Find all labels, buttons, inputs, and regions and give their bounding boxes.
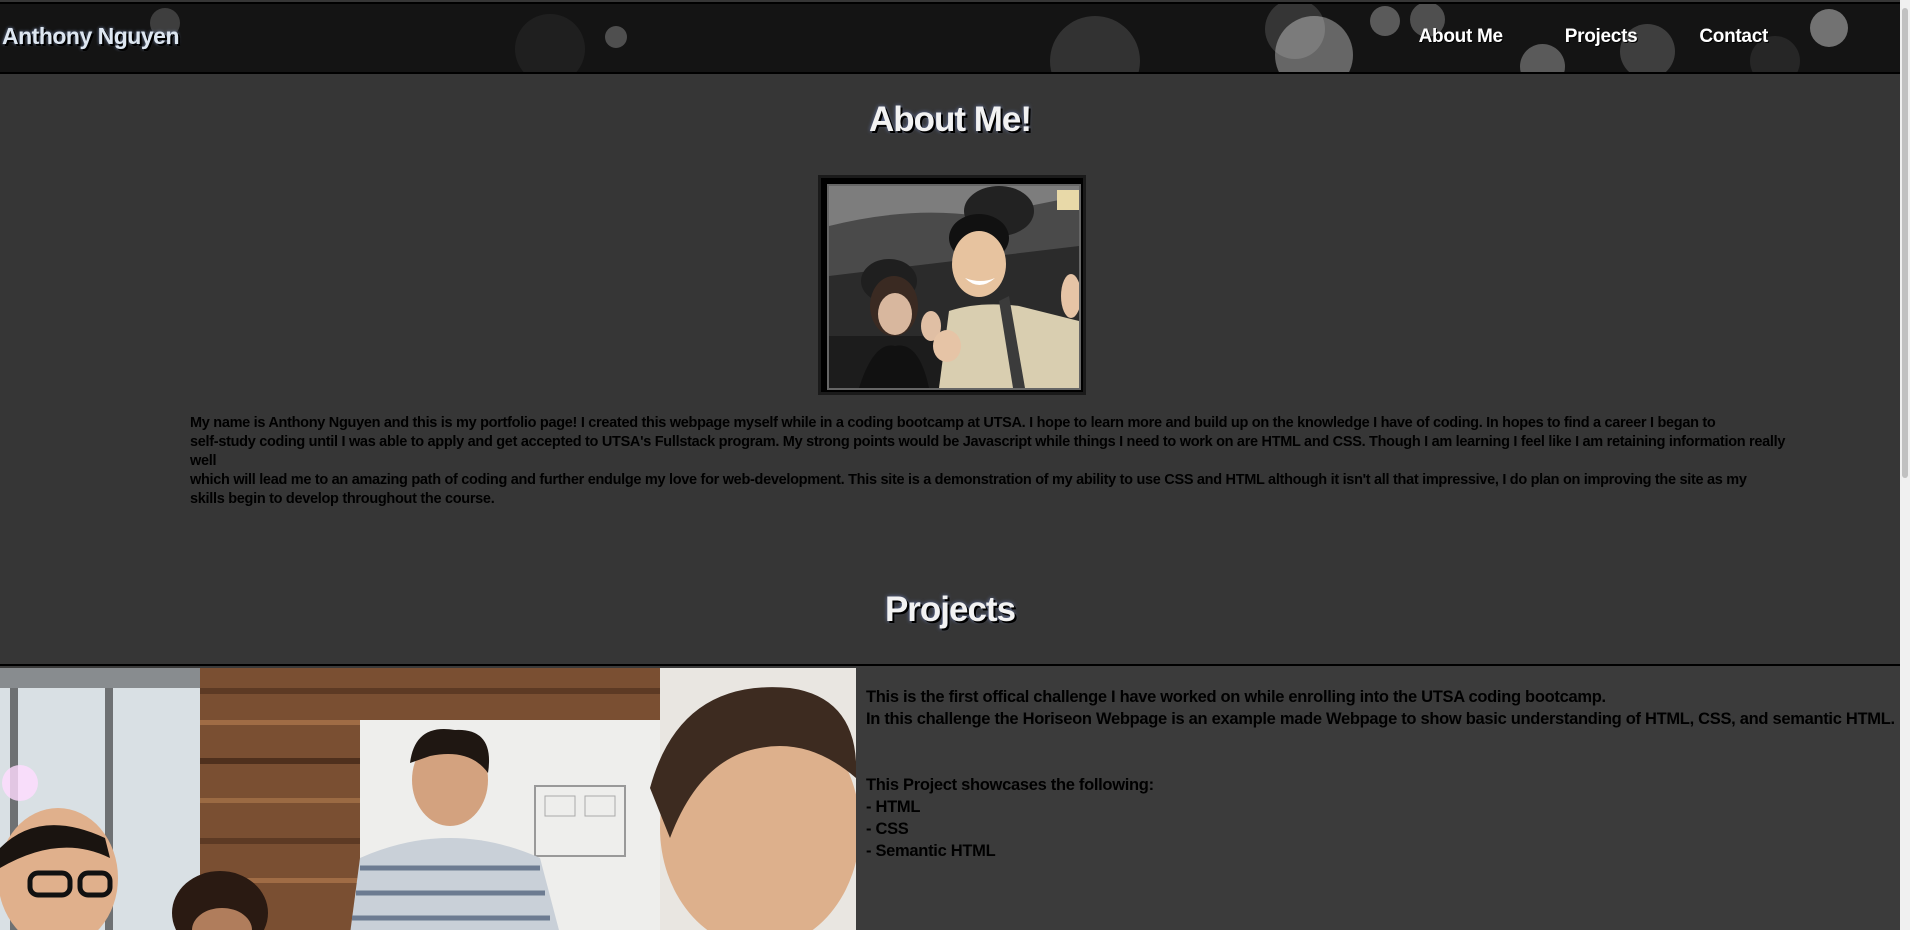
project-description: This is the first offical challenge I ha… (866, 686, 1896, 862)
page-scrollbar[interactable] (1900, 0, 1910, 930)
main-nav: About Me Projects Contact (1357, 26, 1769, 48)
project-showcase-line: This Project showcases the following: (866, 776, 1154, 794)
about-line: My name is Anthony Nguyen and this is my… (190, 415, 1716, 431)
about-title: About Me! (868, 100, 1032, 139)
project-card: This is the first offical challenge I ha… (0, 664, 1900, 930)
nav-about-me[interactable]: About Me (1419, 26, 1503, 48)
portfolio-page: Anthony Nguyen About Me Projects Contact… (0, 0, 1910, 930)
scrollbar-thumb[interactable] (1902, 8, 1908, 478)
project-intro-line: In this challenge the Horiseon Webpage i… (866, 710, 1895, 728)
profile-photo (827, 184, 1081, 390)
about-line: which will lead me to an amazing path of… (190, 472, 1747, 488)
nav-projects[interactable]: Projects (1565, 26, 1638, 48)
profile-photo-frame (818, 175, 1086, 395)
about-description: My name is Anthony Nguyen and this is my… (190, 414, 1790, 509)
nav-contact[interactable]: Contact (1699, 26, 1768, 48)
about-line: skills begin to develop throughout the c… (190, 491, 495, 507)
project-showcase-line: - CSS (866, 820, 909, 838)
project-showcase-line: - HTML (866, 798, 921, 816)
site-header: Anthony Nguyen About Me Projects Contact (0, 2, 1900, 74)
project-intro-line: This is the first offical challenge I ha… (866, 688, 1606, 706)
project-showcase-line: - Semantic HTML (866, 842, 996, 860)
project-thumbnail[interactable] (0, 668, 856, 930)
site-brand[interactable]: Anthony Nguyen (2, 23, 180, 50)
projects-title: Projects (884, 590, 1016, 629)
about-line: self-study coding until I was able to ap… (190, 434, 1786, 469)
